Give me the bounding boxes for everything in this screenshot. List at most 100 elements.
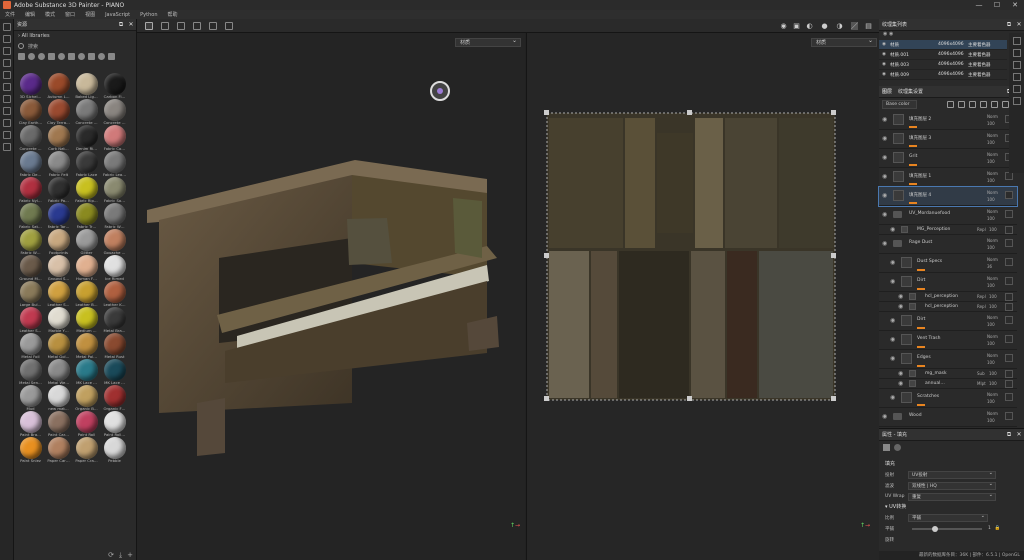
render-icon[interactable]: ◐ <box>806 22 813 30</box>
material-thumbnail[interactable]: Fabric De… <box>17 151 44 177</box>
material-thumbnail[interactable]: Carbon Fi… <box>101 73 128 99</box>
material-thumbnail[interactable]: Fabric W… <box>101 203 128 229</box>
material-thumbnail[interactable]: Organic B… <box>73 385 100 411</box>
layer-row[interactable]: ◉ Grit Norm 100 <box>879 149 1017 168</box>
material-thumbnail[interactable]: Autumn L… <box>45 73 72 99</box>
eye-icon[interactable]: ◉ <box>882 52 890 57</box>
align-icon[interactable] <box>193 22 201 30</box>
blend-mode-label[interactable]: Repl <box>977 227 986 232</box>
clone-icon[interactable] <box>2 83 11 91</box>
material-thumbnail[interactable]: MK Lace … <box>101 359 128 385</box>
float-icon[interactable]: ⧉ <box>1004 21 1014 29</box>
material-thumbnail[interactable]: Metal Pol… <box>73 333 100 359</box>
material-thumbnail[interactable]: Fabric Pa… <box>45 177 72 203</box>
layer-checkbox[interactable] <box>1005 380 1013 388</box>
refresh-icon[interactable]: ⟳ <box>108 551 114 559</box>
opacity-value[interactable]: 100 <box>987 245 995 250</box>
material-thumbnail[interactable]: Paper Car… <box>45 437 72 463</box>
opacity-value[interactable]: 100 <box>987 399 995 404</box>
gizmo-icon[interactable] <box>430 81 450 101</box>
material-thumbnail[interactable]: Metal Rust <box>101 333 128 359</box>
material-thumbnail[interactable]: Fabric Nyl… <box>17 177 44 203</box>
blend-mode-label[interactable]: Norm <box>987 353 998 358</box>
texture-set-row[interactable]: ◉ 材质.003 4096x4096 主要着色器 <box>879 60 1007 70</box>
panel-close-icon[interactable]: ✕ <box>1014 21 1024 29</box>
eye-icon[interactable]: ◉ <box>882 192 887 199</box>
blend-mode-label[interactable]: Norm <box>987 209 998 214</box>
add-effect-icon[interactable] <box>947 101 954 108</box>
layer-checkbox[interactable] <box>1005 303 1013 311</box>
material-thumbnail[interactable]: Medium … <box>73 307 100 333</box>
material-thumbnail[interactable]: Leather S… <box>45 281 72 307</box>
tab-texture-set-settings[interactable]: 纹理集设置 <box>898 88 923 95</box>
layer-row[interactable]: ◉ Dust Specs Norm 36 <box>879 254 1017 273</box>
projection-icon[interactable] <box>2 47 11 55</box>
material-thumbnail[interactable]: Ground M… <box>17 255 44 281</box>
eye-icon[interactable]: ◉ <box>890 226 895 233</box>
layer-row[interactable]: ◉ Dirt Norm 100 <box>879 312 1017 331</box>
material-thumbnail[interactable]: Human F… <box>73 255 100 281</box>
opacity-value[interactable]: 100 <box>987 360 995 365</box>
menu-view[interactable]: 视图 <box>80 11 100 18</box>
texture-set-row[interactable]: ◉ 材质 4096x4096 主要着色器 <box>879 40 1007 50</box>
panel-close-icon[interactable]: ✕ <box>126 21 136 29</box>
opacity-value[interactable]: 36 <box>987 264 992 269</box>
lock-icon[interactable]: 🔒 <box>995 526 1001 531</box>
filtering-dropdown[interactable]: 双线性 | HQ <box>908 481 996 490</box>
material-thumbnail[interactable]: Paint Roll… <box>101 411 128 437</box>
filter-materials-icon[interactable] <box>28 53 35 60</box>
blend-mode-label[interactable]: Norm <box>987 392 998 397</box>
material-thumbnail[interactable]: Paint Car… <box>45 411 72 437</box>
eye-icon[interactable]: ◉ <box>882 211 887 218</box>
eye-icon[interactable]: ◉ <box>882 135 887 142</box>
blend-mode-label[interactable]: Norm <box>987 334 998 339</box>
asset-search-input[interactable]: 搜索 <box>14 41 136 51</box>
material-thumbnail[interactable]: Fabric Tar… <box>45 203 72 229</box>
2d-uv-viewport[interactable]: 材质 ↑→ <box>526 33 879 560</box>
projection-dropdown[interactable]: UV投射 <box>908 470 996 479</box>
smudge-icon[interactable] <box>2 71 11 79</box>
transform-icon[interactable] <box>209 22 217 30</box>
add-folder-icon[interactable] <box>991 101 998 108</box>
material-thumbnail[interactable]: Organic F… <box>101 385 128 411</box>
layer-checkbox[interactable] <box>1005 293 1013 301</box>
layer-checkbox[interactable] <box>1005 226 1013 234</box>
opacity-value[interactable]: 100 <box>987 322 995 327</box>
eye-icon[interactable]: ◉ <box>890 317 895 324</box>
layer-checkbox[interactable] <box>1005 316 1013 324</box>
eye-icon[interactable]: ◉ <box>882 240 887 247</box>
filter-smart-masks-icon[interactable] <box>108 53 115 60</box>
shader-settings-icon[interactable] <box>1012 61 1021 69</box>
material-thumbnail[interactable]: Fabric Co… <box>101 125 128 151</box>
blend-mode-label[interactable]: Norm <box>987 133 998 138</box>
close-button[interactable]: ✕ <box>1006 0 1024 10</box>
layer-row[interactable]: ◉ 填充图层 1 Norm 100 <box>879 168 1017 187</box>
material-thumbnail[interactable]: Paint Sniez <box>17 437 44 463</box>
material-thumbnail[interactable]: Leather K… <box>101 281 128 307</box>
material-thumbnail[interactable]: Fabric Tr… <box>73 203 100 229</box>
eye-icon[interactable]: ◉ <box>882 62 890 67</box>
shading-icon[interactable]: ● <box>821 22 828 30</box>
layer-folder[interactable]: ◉ UV_Mordanuefood Norm 100 <box>879 206 1017 225</box>
layer-row[interactable]: ◉ Dirt Norm 100 <box>879 273 1017 292</box>
menu-window[interactable]: 窗口 <box>60 11 80 18</box>
tiling-slider[interactable] <box>912 525 982 532</box>
material-thumbnail[interactable]: Paint Bra… <box>17 411 44 437</box>
material-thumbnail[interactable]: Fabric Felt <box>45 151 72 177</box>
tiling-value[interactable]: 1 <box>988 526 991 531</box>
float-icon[interactable]: ⧉ <box>116 21 126 29</box>
polygon-fill-icon[interactable] <box>2 107 11 115</box>
eye-icon[interactable]: ◉ <box>890 394 895 401</box>
split-view-icon[interactable] <box>161 22 169 30</box>
material-thumbnail[interactable]: 3D Sichel… <box>17 73 44 99</box>
camera-icon[interactable]: ◉ <box>780 22 787 30</box>
add-icon[interactable]: + <box>127 551 133 559</box>
layer-checkbox[interactable] <box>1005 277 1013 285</box>
display-settings-icon[interactable] <box>1012 49 1021 57</box>
shelf-toggle-icon[interactable] <box>1012 37 1021 45</box>
layer-checkbox[interactable] <box>1005 370 1013 378</box>
material-thumbnail[interactable]: Gouache … <box>101 229 128 255</box>
opacity-value[interactable]: 100 <box>987 197 995 202</box>
eye-icon[interactable]: ◉ <box>898 370 903 377</box>
layer-checkbox[interactable] <box>1005 354 1013 362</box>
